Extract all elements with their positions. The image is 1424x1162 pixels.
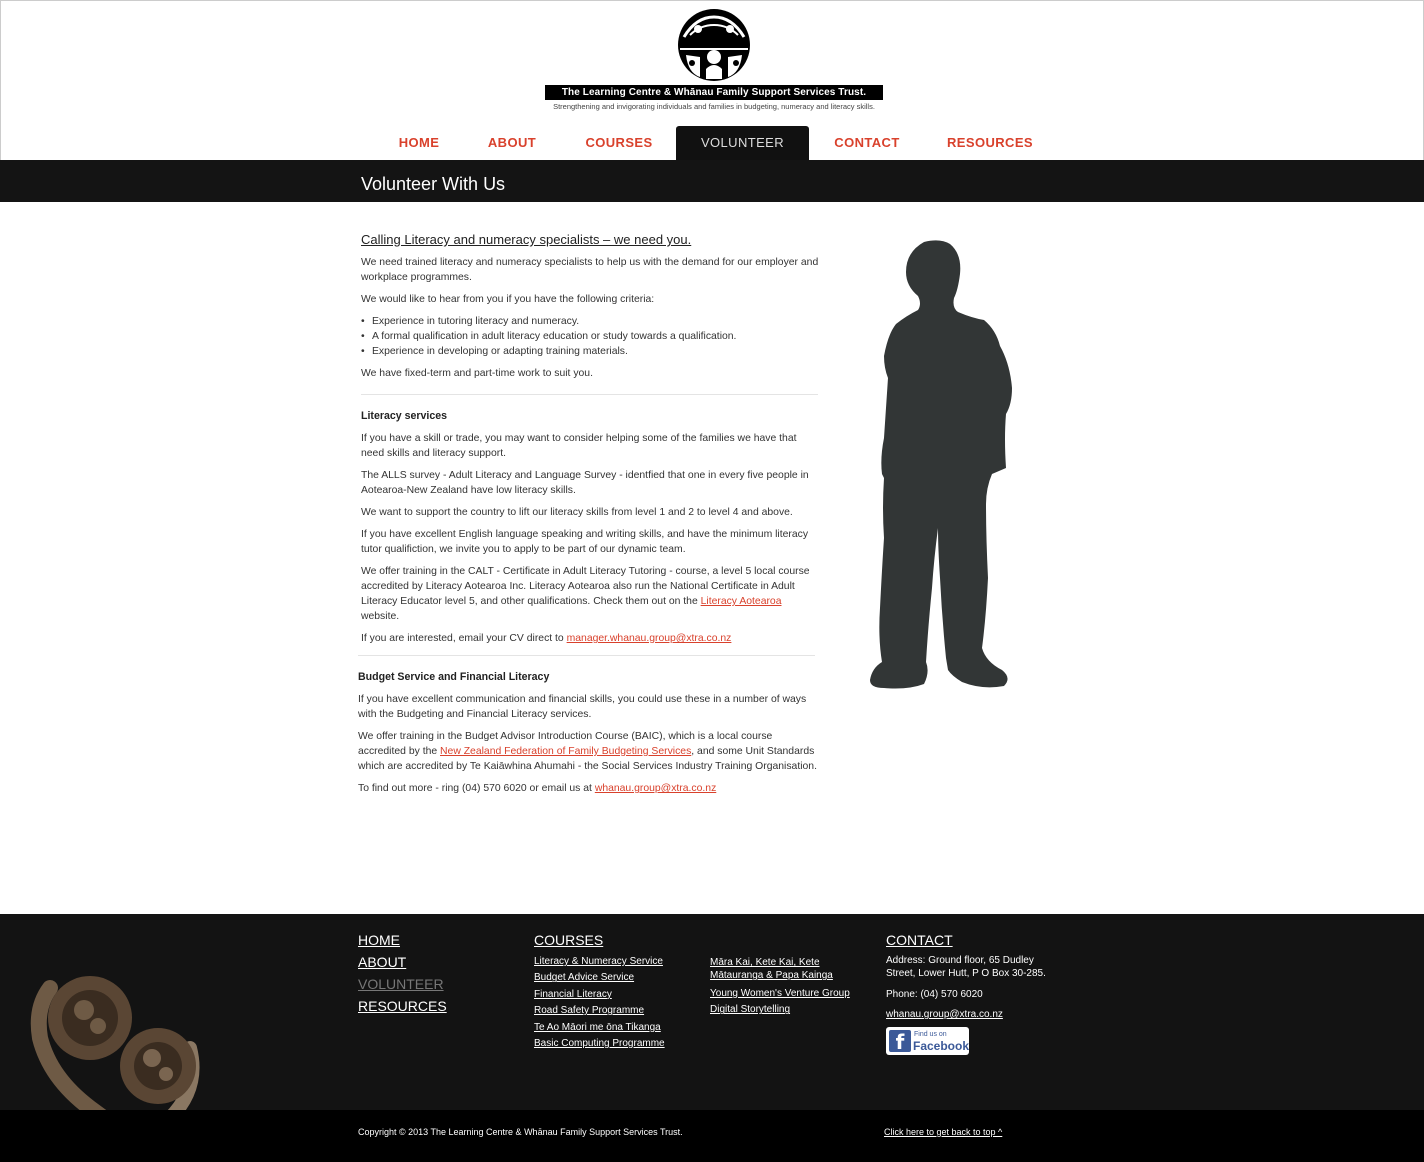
footer-link-volunteer[interactable]: VOLUNTEER bbox=[358, 973, 447, 995]
work-type-paragraph: We have fixed-term and part-time work to… bbox=[361, 368, 593, 379]
list-item: Experience in tutoring literacy and nume… bbox=[361, 314, 821, 329]
contact-email-link[interactable]: whanau.group@xtra.co.nz bbox=[886, 1009, 1061, 1020]
footer-courses: COURSES Literacy & Numeracy Service Budg… bbox=[534, 929, 665, 1052]
literacy-paragraph: The ALLS survey - Adult Literacy and Lan… bbox=[361, 470, 809, 496]
footer-link-resources[interactable]: RESOURCES bbox=[358, 995, 447, 1017]
paragraph-text: If you are interested, email your CV dir… bbox=[361, 633, 567, 644]
nav-resources[interactable]: RESOURCES bbox=[935, 126, 1045, 161]
intro-paragraph: We need trained literacy and numeracy sp… bbox=[361, 257, 819, 283]
facebook-icon: f bbox=[889, 1030, 911, 1054]
nav-home[interactable]: HOME bbox=[383, 126, 455, 161]
logo-title: The Learning Centre & Whānau Family Supp… bbox=[545, 85, 883, 100]
footer-course-link[interactable]: Young Women's Venture Group bbox=[710, 986, 860, 1002]
budget-section: Budget Service and Financial Literacy If… bbox=[358, 655, 821, 796]
literacy-paragraph: If you have a skill or trade, you may wa… bbox=[361, 433, 797, 459]
site-header: The Learning Centre & Whānau Family Supp… bbox=[0, 0, 1424, 167]
literacy-paragraph: We offer training in the CALT - Certific… bbox=[361, 564, 821, 624]
footer-courses-heading[interactable]: COURSES bbox=[534, 929, 665, 951]
criteria-list: Experience in tutoring literacy and nume… bbox=[361, 314, 821, 359]
footer-course-link[interactable]: Financial Literacy bbox=[534, 987, 665, 1003]
logo[interactable]: The Learning Centre & Whānau Family Supp… bbox=[541, 7, 887, 111]
facebook-button[interactable]: f Find us on Facebook bbox=[886, 1027, 969, 1055]
footer-contact: CONTACT Address: Ground floor, 65 Dudley… bbox=[886, 929, 1061, 1055]
literacy-heading: Literacy services bbox=[361, 410, 447, 422]
manager-email-link[interactable]: manager.whanau.group@xtra.co.nz bbox=[567, 633, 732, 644]
nav-contact[interactable]: CONTACT bbox=[821, 126, 913, 161]
footer-course-list-2: Māra Kai, Kete Kai, Kete Mātauranga & Pa… bbox=[710, 956, 860, 1019]
divider bbox=[358, 655, 815, 656]
page-title: Volunteer With Us bbox=[361, 174, 506, 194]
footer-course-link[interactable]: Literacy & Numeracy Service bbox=[534, 954, 665, 970]
budget-heading: Budget Service and Financial Literacy bbox=[358, 671, 550, 683]
back-to-top-link[interactable]: Click here to get back to top ^ bbox=[884, 1127, 1002, 1137]
main-nav: HOME ABOUT COURSES VOLUNTEER CONTACT RES… bbox=[1, 126, 1424, 167]
paragraph-text: To find out more - ring (04) 570 6020 or… bbox=[358, 783, 595, 794]
contact-address: Address: Ground floor, 65 Dudley Street,… bbox=[886, 955, 1046, 979]
footer-course-link[interactable]: Basic Computing Programme bbox=[534, 1036, 665, 1052]
nav-volunteer[interactable]: VOLUNTEER bbox=[676, 126, 809, 167]
budget-paragraph: To find out more - ring (04) 570 6020 or… bbox=[358, 781, 821, 796]
footer-bottom-bar bbox=[0, 1110, 1424, 1162]
footer-link-home[interactable]: HOME bbox=[358, 929, 447, 951]
paragraph-text: website. bbox=[361, 611, 400, 622]
footer-course-link[interactable]: Digital Storytelling bbox=[710, 1002, 860, 1018]
list-item: A formal qualification in adult literacy… bbox=[361, 329, 821, 344]
budget-paragraph: If you have excellent communication and … bbox=[358, 694, 807, 720]
copyright-text: Copyright © 2013 The Learning Centre & W… bbox=[358, 1127, 683, 1137]
facebook-small-label: Find us on bbox=[914, 1031, 947, 1038]
criteria-intro: We would like to hear from you if you ha… bbox=[361, 294, 655, 305]
nav-about[interactable]: ABOUT bbox=[475, 126, 549, 161]
site-tagline: Strengthening and invigorating individua… bbox=[553, 102, 875, 111]
footer-link-about[interactable]: ABOUT bbox=[358, 951, 447, 973]
footer-contact-heading[interactable]: CONTACT bbox=[886, 929, 1061, 951]
footer-course-list: Literacy & Numeracy Service Budget Advic… bbox=[534, 954, 665, 1052]
footer-main-links: HOME ABOUT VOLUNTEER RESOURCES bbox=[358, 929, 447, 1017]
footer-course-link[interactable]: Road Safety Programme bbox=[534, 1003, 665, 1019]
contact-phone: Phone: (04) 570 6020 bbox=[886, 989, 983, 1000]
main-content: Calling Literacy and numeracy specialist… bbox=[358, 232, 821, 803]
section-heading: Calling Literacy and numeracy specialist… bbox=[361, 232, 692, 247]
literacy-paragraph: If you are interested, email your CV dir… bbox=[361, 631, 821, 646]
literacy-paragraph: We want to support the country to lift o… bbox=[361, 507, 793, 518]
nzffbs-link[interactable]: New Zealand Federation of Family Budgeti… bbox=[440, 746, 691, 757]
person-silhouette-image bbox=[870, 240, 1012, 689]
divider bbox=[361, 394, 818, 395]
literacy-paragraph: If you have excellent English language s… bbox=[361, 529, 809, 555]
maori-emblem-icon bbox=[678, 9, 750, 81]
page-title-bar: Volunteer With Us bbox=[0, 160, 1424, 202]
whanau-email-link[interactable]: whanau.group@xtra.co.nz bbox=[595, 783, 716, 794]
facebook-label: Facebook bbox=[913, 1039, 970, 1053]
budget-paragraph: We offer training in the Budget Advisor … bbox=[358, 729, 821, 774]
footer-course-link[interactable]: Māra Kai, Kete Kai, Kete Mātauranga & Pa… bbox=[710, 956, 860, 982]
footer-course-link[interactable]: Budget Advice Service bbox=[534, 970, 665, 986]
literacy-aotearoa-link[interactable]: Literacy Aotearoa bbox=[701, 596, 782, 607]
list-item: Experience in developing or adapting tra… bbox=[361, 344, 821, 359]
nav-courses[interactable]: COURSES bbox=[573, 126, 665, 161]
footer-course-link[interactable]: Te Ao Māori me ōna Tikanga bbox=[534, 1020, 665, 1036]
